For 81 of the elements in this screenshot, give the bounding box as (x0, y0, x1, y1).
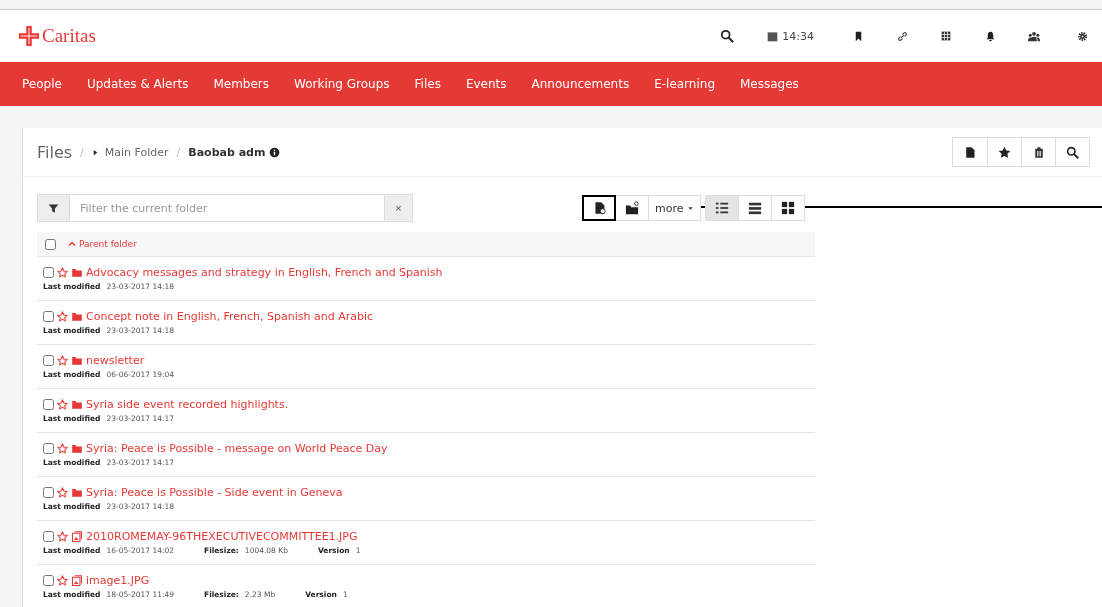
caret-icon (91, 148, 99, 156)
item-name-link[interactable]: newsletter (86, 354, 145, 367)
item-name-link[interactable]: Syria: Peace is Possible - message on World Peace Day (86, 442, 388, 455)
image-file-icon (71, 574, 83, 587)
item-name-link[interactable]: Concept note in English, French, Spanish and Arabic (86, 310, 374, 323)
document-icon (964, 145, 976, 159)
select-all-checkbox[interactable] (45, 238, 56, 250)
new-folder-button[interactable] (615, 195, 649, 221)
logo-text: Caritas (42, 25, 96, 47)
nav-link[interactable]: Announcements (531, 77, 630, 91)
parent-folder-link[interactable]: Parent folder (68, 239, 137, 249)
chevron-up-icon (68, 240, 76, 248)
settings-icon (1076, 30, 1088, 42)
folder-icon (71, 267, 83, 278)
folder-icon (71, 311, 83, 322)
calendar-button[interactable]: 14:34 (767, 24, 814, 48)
funnel-icon (48, 202, 59, 214)
row-checkbox[interactable] (43, 399, 54, 410)
people-icon (1026, 30, 1042, 42)
rows-view-icon (747, 201, 762, 215)
breadcrumb-separator: / (176, 145, 181, 159)
search-icon (720, 29, 735, 43)
breadcrumb-root[interactable]: Files (37, 142, 73, 162)
row-checkbox[interactable] (43, 443, 54, 454)
star-outline-icon (57, 575, 68, 586)
folder-icon (71, 443, 83, 454)
row-checkbox[interactable] (43, 487, 54, 498)
cross-logo-icon (18, 25, 40, 47)
info-icon (269, 146, 281, 158)
nav-link[interactable]: E-learning (654, 77, 715, 91)
star-outline-icon (57, 531, 68, 542)
nav-link[interactable]: Updates & Alerts (86, 77, 189, 91)
calendar-icon (767, 30, 779, 42)
item-name-link[interactable]: image1.JPG (86, 574, 150, 587)
row-checkbox[interactable] (43, 531, 54, 542)
search-icon (1066, 145, 1079, 159)
star-outline-icon (57, 399, 68, 410)
row-checkbox[interactable] (43, 311, 54, 322)
nav-link[interactable]: Members (213, 77, 269, 91)
nav-link[interactable]: Messages (740, 77, 799, 91)
filter-field[interactable]: Filter the current folder × (37, 194, 413, 222)
breadcrumb-link[interactable]: Main Folder (104, 145, 169, 159)
image-file-icon (71, 530, 83, 543)
breadcrumb-separator: / (80, 145, 84, 159)
star-outline-icon (57, 443, 68, 454)
view-toggle[interactable] (770, 195, 805, 221)
star-outline-icon (57, 487, 68, 498)
star-icon (998, 145, 1011, 159)
nav-link[interactable]: People (22, 77, 62, 91)
grid-view-icon (780, 201, 795, 215)
folder-plus-icon (624, 201, 640, 215)
bell-icon (984, 30, 996, 42)
item-name-link[interactable]: Syria: Peace is Possible - Side event in Geneva (86, 486, 343, 499)
nav-link[interactable]: Events (465, 77, 507, 91)
view-toggle[interactable] (704, 195, 739, 221)
view-toggle[interactable] (737, 195, 772, 221)
caret-down-icon (686, 204, 694, 212)
row-checkbox[interactable] (43, 355, 54, 366)
more-button[interactable]: more (648, 195, 701, 221)
star-outline-icon (57, 311, 68, 322)
nav-link[interactable]: Files (414, 77, 441, 91)
star-outline-icon (57, 267, 68, 278)
breadcrumb-current: Baobab adm (188, 145, 266, 159)
folder-icon (71, 355, 83, 366)
row-checkbox[interactable] (43, 575, 54, 586)
item-name-link[interactable]: Advocacy messages and strategy in English, French and Spanish (86, 266, 443, 279)
upload-file-button[interactable] (582, 195, 616, 221)
nav-link[interactable]: Working Groups (294, 77, 390, 91)
clipboard-icon (1032, 145, 1045, 159)
folder-icon (71, 487, 83, 498)
clear-button[interactable]: × (384, 195, 412, 221)
star-outline-icon (57, 355, 68, 366)
link-icon (896, 30, 908, 42)
item-name-link[interactable]: 2010ROMEMAY-96THEXECUTIVECOMMITTEE1.JPG (86, 530, 358, 543)
grid-icon (941, 31, 951, 41)
folder-icon (71, 399, 83, 410)
row-checkbox[interactable] (43, 267, 54, 278)
list-view-icon (714, 201, 729, 215)
document-plus-icon (592, 201, 606, 215)
filter-button[interactable] (38, 195, 70, 221)
item-name-link[interactable]: Syria side event recorded highlights. (86, 398, 289, 411)
